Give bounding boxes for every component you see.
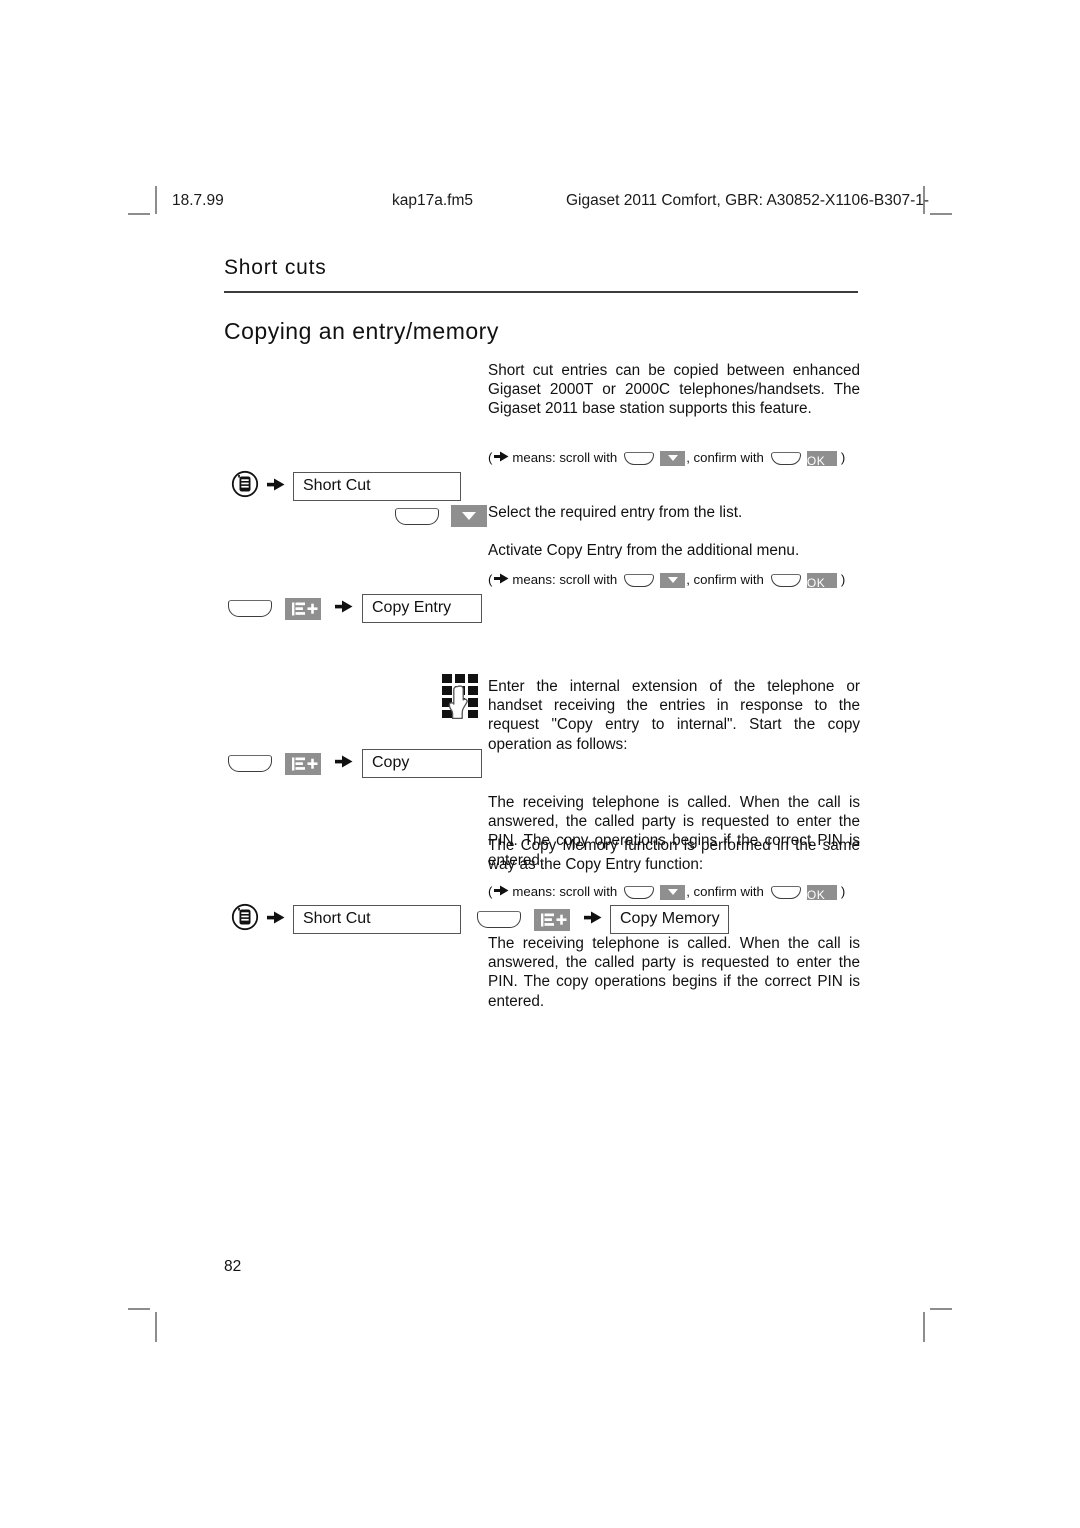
instruction-receiving-called-2: The receiving telephone is called. When … <box>488 935 860 1010</box>
arrow-marker-icon <box>267 478 285 496</box>
display-box-short-cut[interactable]: Short Cut <box>293 472 461 501</box>
page-number: 82 <box>224 1258 242 1275</box>
legend-line-3: ( means: scroll with , confirm with OK ) <box>488 882 845 902</box>
legend-close-paren: ) <box>840 884 846 899</box>
soft-key-icon <box>624 885 655 899</box>
soft-key-icon <box>624 573 655 587</box>
soft-key-icon <box>228 755 272 772</box>
keypad-entry-icon <box>440 672 482 720</box>
crop-mark-top-left-dash <box>128 213 150 215</box>
legend-line-1: ( means: scroll with , confirm with OK ) <box>488 448 845 468</box>
down-arrow-key-icon <box>660 450 686 466</box>
down-arrow-key-icon <box>660 572 686 588</box>
legend-close-paren: ) <box>840 572 846 587</box>
legend-confirm-text: , confirm with <box>686 572 764 587</box>
legend-confirm-text: , confirm with <box>686 884 764 899</box>
display-box-copy-memory[interactable]: Copy Memory <box>610 905 729 934</box>
ok-key-icon: OK <box>806 884 837 902</box>
list-plus-key-icon <box>534 908 570 931</box>
legend-confirm-text: , confirm with <box>686 450 764 465</box>
display-box-copy-entry[interactable]: Copy Entry <box>362 594 482 623</box>
step-row-copy-entry: Copy Entry <box>228 594 482 623</box>
running-header: 18.7.99 kap17a.fm5 Gigaset 2011 Comfort,… <box>160 192 930 216</box>
arrow-marker-icon <box>494 570 509 590</box>
legend-open-paren: ( <box>488 572 493 587</box>
soft-key-icon <box>477 911 521 928</box>
arrow-marker-icon <box>494 448 509 468</box>
soft-key-icon <box>624 451 655 465</box>
list-plus-key-icon <box>285 597 321 620</box>
step-row-scroll <box>395 505 487 527</box>
instruction-select-entry: Select the required entry from the list. <box>488 504 743 521</box>
header-document-id: Gigaset 2011 Comfort, GBR: A30852-X1106-… <box>566 192 930 209</box>
crop-mark-top-right-dash <box>930 213 952 215</box>
arrow-marker-icon <box>267 911 285 929</box>
crop-mark-top-left-bar <box>155 186 157 214</box>
ok-key-icon: OK <box>806 572 837 590</box>
legend-close-paren: ) <box>840 450 846 465</box>
menu-key-icon <box>231 470 259 503</box>
instruction-activate-copy-entry: Activate Copy Entry from the additional … <box>488 542 800 559</box>
step-row-copy: Copy <box>228 749 482 778</box>
soft-key-icon <box>770 451 801 465</box>
arrow-marker-icon <box>335 600 353 618</box>
header-filename: kap17a.fm5 <box>392 192 473 209</box>
soft-key-icon <box>770 885 801 899</box>
intro-paragraph: Short cut entries can be copied between … <box>488 362 860 418</box>
soft-key-icon <box>395 507 439 525</box>
crop-mark-bottom-right-bar <box>923 1312 925 1342</box>
soft-key-icon <box>770 573 801 587</box>
ok-key-label: OK <box>806 887 826 902</box>
legend-open-paren: ( <box>488 450 493 465</box>
legend-means-text: means: scroll with <box>512 884 618 899</box>
chapter-title: Short cuts <box>224 256 327 279</box>
legend-means-text: means: scroll with <box>512 572 618 587</box>
soft-key-icon <box>228 600 272 617</box>
legend-line-2: ( means: scroll with , confirm with OK ) <box>488 570 845 590</box>
list-plus-key-icon <box>285 752 321 775</box>
instruction-enter-extension: Enter the internal extension of the tele… <box>488 678 860 753</box>
menu-key-icon <box>231 903 259 936</box>
arrow-marker-icon <box>494 882 509 902</box>
step-row-copy-memory: Short Cut Copy Memory <box>231 903 729 936</box>
display-box-copy[interactable]: Copy <box>362 749 482 778</box>
down-arrow-key-icon <box>451 505 487 527</box>
page-title: Copying an entry/memory <box>224 318 499 344</box>
step-row-short-cut: Short Cut <box>231 470 461 503</box>
arrow-marker-icon <box>335 755 353 773</box>
legend-open-paren: ( <box>488 884 493 899</box>
ok-key-label: OK <box>806 575 826 590</box>
down-arrow-key-icon <box>660 884 686 900</box>
legend-means-text: means: scroll with <box>512 450 618 465</box>
ok-key-label: OK <box>806 453 826 468</box>
arrow-marker-icon <box>584 911 602 929</box>
display-box-short-cut[interactable]: Short Cut <box>293 905 461 934</box>
heading-rule <box>224 291 858 293</box>
crop-mark-bottom-right-dash <box>930 1308 952 1310</box>
ok-key-icon: OK <box>806 450 837 468</box>
crop-mark-bottom-left-bar <box>155 1312 157 1342</box>
crop-mark-bottom-left-dash <box>128 1308 150 1310</box>
header-date: 18.7.99 <box>172 192 224 209</box>
instruction-copy-memory-same-way: The Copy Memory function is performed in… <box>488 837 860 874</box>
